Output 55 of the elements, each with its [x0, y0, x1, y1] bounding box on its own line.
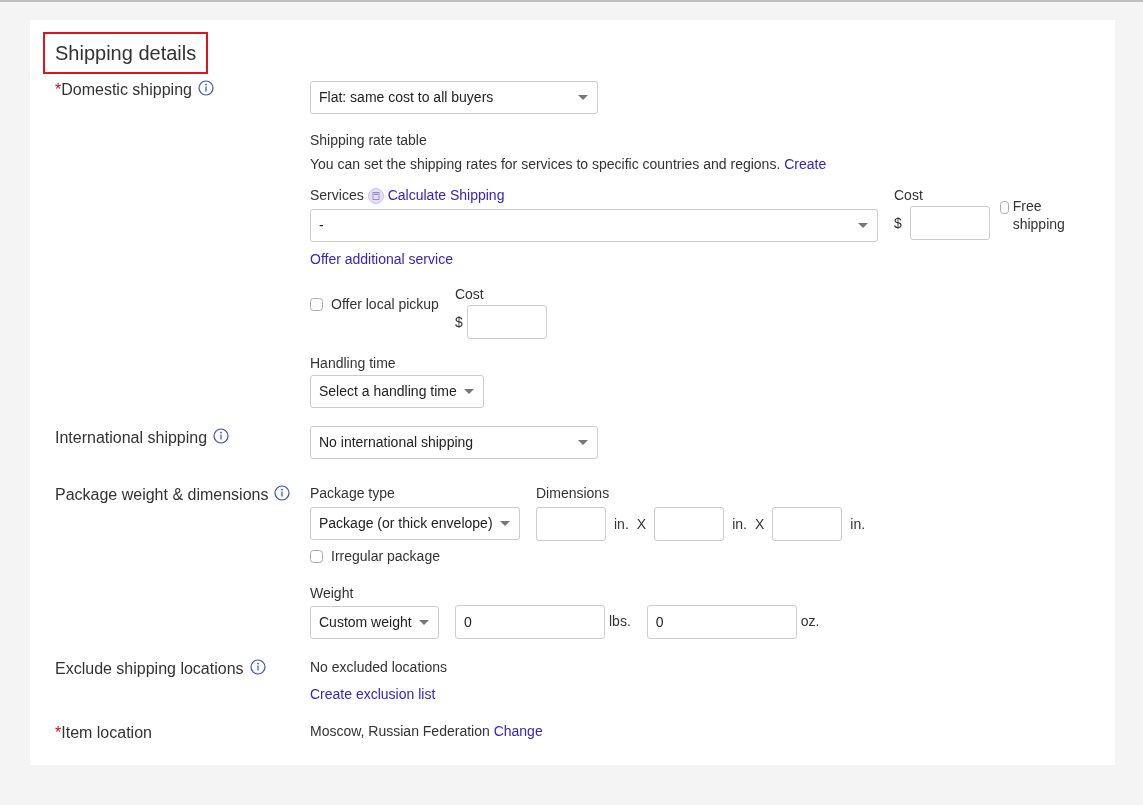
info-icon[interactable] — [197, 80, 214, 96]
offer-service-link[interactable]: Offer additional service — [310, 251, 453, 267]
info-icon[interactable] — [274, 485, 291, 501]
field-label: Cost — [454, 285, 485, 304]
dropdown[interactable]: Custom weight — [310, 605, 439, 639]
checkbox[interactable] — [310, 550, 323, 563]
field-label: Handling time — [310, 354, 397, 373]
checkbox-label: Offer local pickup — [331, 295, 439, 314]
field-label: Cost — [894, 186, 924, 205]
location-text: Moscow, Russian Federation Change — [310, 722, 544, 741]
currency-label: $ — [894, 213, 902, 233]
input-field[interactable]: 0 — [455, 605, 605, 639]
input-field[interactable] — [909, 206, 990, 240]
info-icon[interactable] — [213, 428, 230, 444]
unit-label: in. — [850, 514, 866, 534]
separator-label: X — [636, 514, 647, 534]
field-label: International shipping — [55, 428, 208, 448]
unit-label: oz. — [800, 612, 820, 631]
dropdown[interactable]: No international shipping — [310, 426, 598, 459]
field-label: Services — [310, 186, 364, 205]
separator-label: X — [754, 514, 765, 534]
unit-label: in. — [732, 514, 747, 534]
dropdown[interactable]: Select a handling time — [310, 375, 484, 408]
dropdown[interactable]: Package (or thick envelope) — [310, 507, 520, 540]
calculate-shipping-link[interactable]: Calculate Shipping — [387, 185, 505, 206]
field-label: Package type — [310, 484, 396, 503]
status-text: No excluded locations — [310, 658, 448, 677]
create-link[interactable]: Create — [784, 156, 827, 172]
dropdown[interactable]: - — [310, 209, 878, 242]
input-field[interactable] — [466, 305, 547, 339]
checkbox[interactable] — [310, 298, 323, 311]
field-label: Exclude shipping locations — [55, 659, 244, 679]
input-field[interactable]: 0 — [646, 605, 797, 639]
field-label: Package weight & dimensions — [55, 485, 269, 505]
input-field[interactable] — [772, 507, 843, 541]
checkbox-label: Free shipping — [1012, 197, 1066, 233]
info-icon[interactable] — [249, 659, 266, 675]
input-field[interactable] — [536, 507, 606, 541]
input-field[interactable] — [654, 507, 725, 541]
create-exclusion-link[interactable]: Create exclusion list — [310, 686, 436, 702]
unit-label: in. — [614, 514, 629, 534]
currency-label: $ — [454, 312, 463, 332]
field-label: *Item location — [55, 723, 152, 743]
checkbox[interactable] — [999, 201, 1009, 214]
calculator-icon — [367, 187, 384, 204]
field-label: Weight — [310, 584, 355, 603]
section-title: Shipping details — [43, 32, 209, 74]
field-label: Dimensions — [536, 484, 611, 503]
checkbox-label: Irregular package — [331, 547, 440, 566]
change-link[interactable]: Change — [493, 723, 543, 739]
field-label: *Domestic shipping — [55, 80, 192, 100]
section-subtitle: Shipping rate table — [310, 131, 428, 150]
dropdown[interactable]: Flat: same cost to all buyers — [310, 81, 598, 114]
unit-label: lbs. — [609, 612, 631, 631]
description-text: You can set the shipping rates for services to specific countries and regions. Create — [310, 155, 828, 174]
